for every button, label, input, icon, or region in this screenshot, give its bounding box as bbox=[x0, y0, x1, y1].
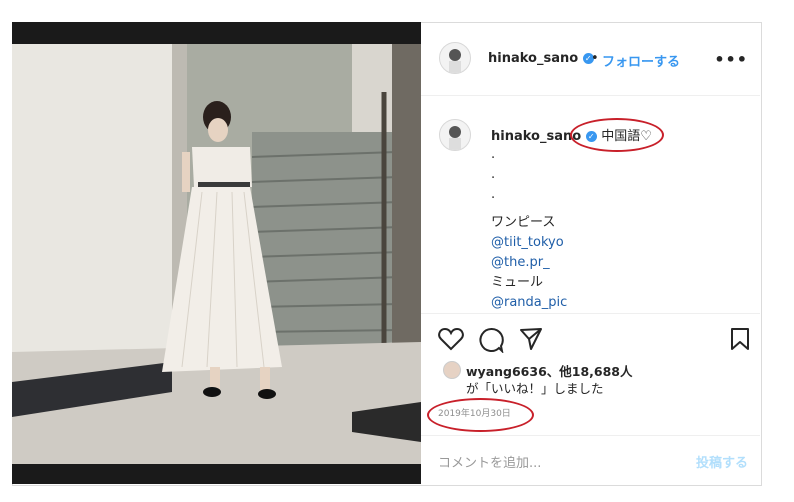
header-separator: • bbox=[591, 51, 599, 66]
header-divider bbox=[421, 95, 760, 96]
follow-button[interactable]: フォローする bbox=[602, 51, 680, 70]
caption-tag-randa-pic[interactable]: @randa_pic bbox=[491, 294, 567, 312]
caption-dot: . bbox=[491, 167, 496, 182]
caption-dot: . bbox=[491, 187, 496, 202]
date-highlight-ring bbox=[427, 398, 534, 432]
header-username[interactable]: hinako_sano ✓ bbox=[488, 51, 594, 66]
caption-avatar[interactable] bbox=[439, 119, 471, 151]
caption-tag-tiit-tokyo[interactable]: @tiit_tokyo bbox=[491, 234, 564, 252]
bookmark-icon[interactable] bbox=[730, 327, 750, 351]
liker-avatar[interactable] bbox=[443, 361, 461, 379]
caption-tag-the-pr[interactable]: @the.pr_ bbox=[491, 254, 550, 272]
share-icon[interactable] bbox=[519, 327, 543, 351]
likes-line2: が「いいね！」しました bbox=[466, 381, 604, 396]
author-avatar[interactable] bbox=[439, 42, 471, 74]
more-options-icon[interactable]: ••• bbox=[714, 50, 748, 69]
header-username-text[interactable]: hinako_sano bbox=[488, 51, 578, 66]
post-comment-button[interactable]: 投稿する bbox=[696, 452, 748, 471]
caption-highlight-ring bbox=[570, 118, 664, 152]
caption-label-onepiece: ワンピース bbox=[491, 215, 556, 230]
comment-icon[interactable] bbox=[478, 327, 504, 353]
caption-dot: . bbox=[491, 147, 496, 162]
comment-divider bbox=[421, 435, 760, 436]
photo-illustration bbox=[12, 22, 421, 484]
heart-icon[interactable] bbox=[438, 327, 464, 351]
actions-divider bbox=[421, 313, 760, 314]
likes-count[interactable]: wyang6636、他18,688人 bbox=[466, 364, 633, 379]
comment-input[interactable]: コメントを追加... bbox=[438, 452, 541, 471]
post-details-panel: hinako_sano ✓ • フォローする ••• hinako_sano ✓… bbox=[421, 22, 760, 484]
post-photo[interactable] bbox=[12, 22, 421, 484]
caption-label-mule: ミュール bbox=[491, 275, 544, 290]
caption-username-text[interactable]: hinako_sano bbox=[491, 129, 581, 144]
